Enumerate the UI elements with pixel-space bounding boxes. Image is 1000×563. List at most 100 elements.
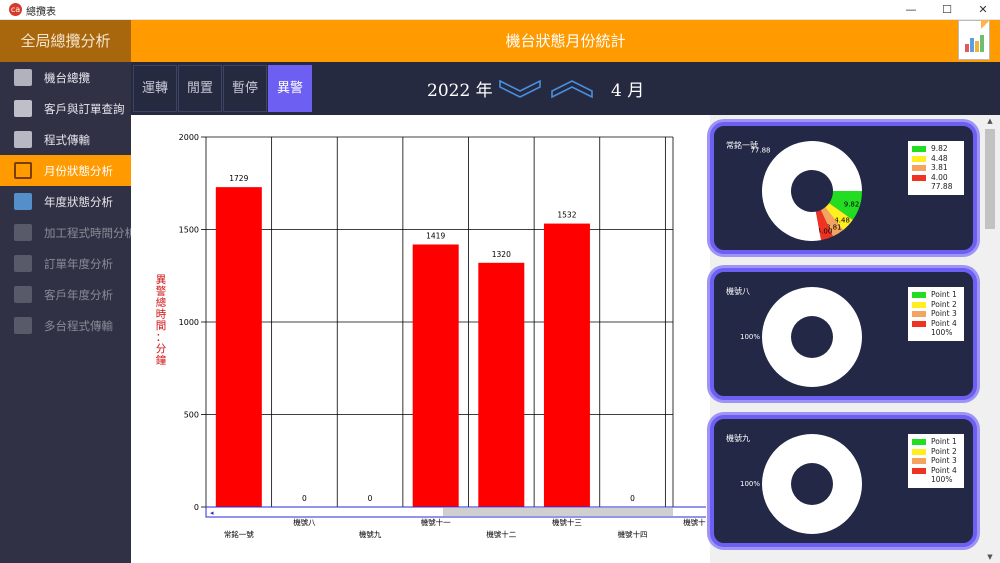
legend-entry: Point 2: [912, 300, 960, 310]
window-titlebar: ca 總攬表 — ☐ ✕: [0, 0, 1000, 20]
legend-label: 4.00: [931, 172, 948, 182]
transfer-icon: [14, 131, 32, 148]
legend-entry: Point 2: [912, 447, 960, 457]
tab-paused[interactable]: 暫停: [223, 65, 267, 112]
legend-label: Point 3: [931, 456, 957, 465]
tab-idle[interactable]: 閒置: [178, 65, 222, 112]
legend-label: 77.88: [931, 182, 953, 191]
donut-chart: 100%: [740, 287, 862, 387]
sidebar-item-6[interactable]: 訂單年度分析: [0, 248, 131, 279]
scroll-left-icon: ◂: [210, 509, 214, 517]
bar: [478, 262, 525, 507]
x-tick-label: 機號十二: [486, 529, 516, 539]
sidebar-item-3[interactable]: 月份狀態分析: [0, 155, 131, 186]
y-tick-label: 2000: [179, 133, 199, 142]
bar-value-label: 1419: [426, 231, 445, 240]
month-label: 4 月: [611, 81, 645, 101]
sidebar-item-label: 月份狀態分析: [44, 164, 113, 178]
sidebar-item-8[interactable]: 多台程式傳輸: [0, 310, 131, 341]
tab-alarm[interactable]: 異警: [268, 65, 312, 112]
page-title: 機台狀態月份統計: [505, 32, 626, 50]
legend-entry: 9.82: [912, 144, 960, 154]
close-button[interactable]: ✕: [966, 0, 1000, 20]
toolbar: 運轉 閒置 暫停 異警 2022 年 4 月: [131, 62, 1000, 115]
scroll-down-icon[interactable]: ▼: [983, 551, 997, 563]
x-tick-label: 常銘一號: [224, 529, 254, 539]
legend-swatch: [912, 458, 926, 464]
network-icon: [14, 317, 32, 334]
scroll-up-icon[interactable]: ▲: [983, 115, 997, 127]
legend-swatch: [912, 155, 926, 162]
sidebar-item-label: 客戶年度分析: [44, 288, 113, 302]
document-search-icon: [14, 100, 32, 117]
app-section-title: 全局總攬分析: [0, 20, 131, 62]
legend-swatch: [912, 146, 926, 152]
tab-running[interactable]: 運轉: [133, 65, 177, 112]
bar-chart: 0 500 1000 1500 2000 1729 常銘一號 0 機號八 0 機號九 1419 機號十一…: [156, 133, 706, 539]
legend-swatch: [912, 165, 926, 171]
legend-label: Point 1: [931, 437, 957, 446]
legend-swatch: [912, 292, 926, 298]
sidebar-item-label: 客戶與訂單查詢: [44, 102, 125, 116]
bar-chart-icon: [14, 193, 32, 210]
minimize-button[interactable]: —: [894, 0, 928, 20]
legend-swatch: [912, 174, 926, 181]
y-axis-label-char: 異: [156, 274, 167, 286]
sidebar-item-label: 訂單年度分析: [44, 257, 113, 271]
maximize-button[interactable]: ☐: [930, 0, 964, 20]
y-tick-label: 1000: [179, 318, 199, 327]
sidebar-item-4[interactable]: 年度狀態分析: [0, 186, 131, 217]
legend-swatch: [912, 439, 926, 445]
y-tick-label: 500: [184, 411, 199, 420]
donut-chart: 9.824.483.814.0077.88: [750, 141, 862, 241]
clock-icon: [14, 224, 32, 241]
bar: [412, 244, 459, 508]
year-label: 2022 年: [427, 81, 493, 101]
legend-entry: 100%: [912, 475, 960, 485]
donut-slice-label: 9.82: [844, 201, 860, 209]
legend-label: Point 3: [931, 309, 957, 318]
customer-icon: [14, 286, 32, 303]
sidebar-item-1[interactable]: 客戶與訂單查詢: [0, 93, 131, 124]
legend-label: 3.81: [931, 163, 948, 172]
bar-value-label: 0: [368, 494, 373, 503]
sidebar-item-2[interactable]: 程式傳輸: [0, 124, 131, 155]
chevron-up-icon[interactable]: [551, 78, 593, 100]
main-content: 0 500 1000 1500 2000 1729 常銘一號 0 機號八 0 機號九 1419 機號十一…: [131, 115, 1000, 563]
chart-legend: Point 1 Point 2 Point 3 Point 4 100%: [908, 287, 964, 341]
legend-label: 100%: [931, 475, 953, 484]
legend-label: Point 2: [931, 299, 957, 309]
sidebar-item-0[interactable]: 機台總攬: [0, 62, 131, 93]
bar-value-label: 1532: [557, 211, 576, 220]
report-icon[interactable]: [958, 20, 990, 60]
chevron-down-icon[interactable]: [499, 78, 541, 100]
vertical-scrollbar[interactable]: ▲ ▼: [983, 115, 997, 563]
sidebar-item-label: 機台總攬: [44, 71, 90, 85]
sidebar-item-5[interactable]: 加工程式時間分析: [0, 217, 136, 248]
x-tick-label: 機號八: [293, 517, 316, 527]
bar-value-label: 1729: [229, 174, 248, 183]
legend-label: Point 4: [931, 465, 957, 475]
sidebar-item-label: 多台程式傳輸: [44, 319, 113, 333]
legend-entry: Point 1: [912, 290, 960, 300]
legend-label: 9.82: [931, 144, 948, 153]
chart-legend: 9.82 4.48 3.81 4.00 77.88: [908, 141, 964, 195]
chart-hscrollbar-thumb: [443, 508, 673, 516]
y-axis-label-char: 鐘: [156, 354, 167, 367]
legend-label: 100%: [931, 328, 953, 337]
legend-entry: Point 3: [912, 309, 960, 319]
y-axis-label-char: 警: [156, 285, 167, 298]
donut-slice-label: 100%: [740, 480, 760, 488]
legend-label: Point 2: [931, 446, 957, 456]
scrollbar-thumb[interactable]: [985, 129, 995, 229]
sidebar-item-label: 程式傳輸: [44, 133, 90, 147]
legend-entry: 100%: [912, 328, 960, 338]
donut-slice-label: 77.88: [750, 146, 770, 154]
legend-label: 4.48: [931, 153, 948, 163]
bar-value-label: 1320: [492, 250, 511, 259]
machine-icon: [14, 69, 32, 86]
bar-value-label: 0: [630, 494, 635, 503]
x-tick-label: 機號十五: [683, 517, 706, 527]
sidebar-item-7[interactable]: 客戶年度分析: [0, 279, 131, 310]
bar: [215, 187, 262, 507]
